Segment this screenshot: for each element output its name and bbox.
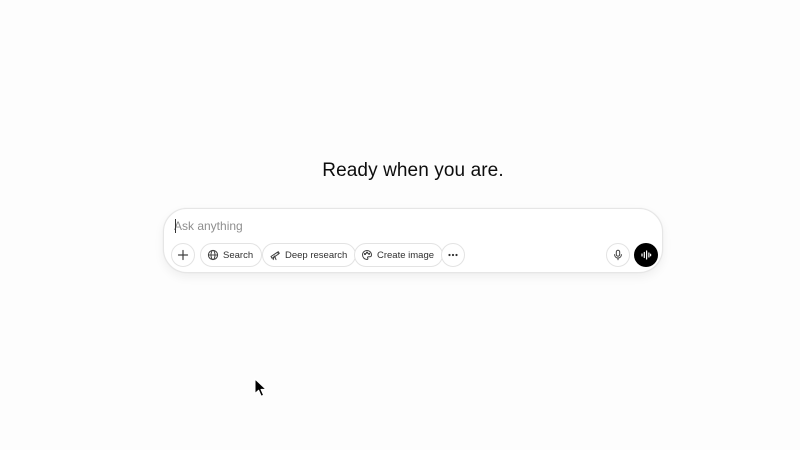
telescope-icon: [269, 249, 281, 261]
dictate-button[interactable]: [606, 243, 630, 267]
composer-toolbar: Search Deep research Create image: [171, 243, 658, 267]
plus-icon: [177, 249, 189, 261]
prompt-composer[interactable]: Search Deep research: [163, 208, 663, 273]
create-image-button[interactable]: Create image: [354, 243, 444, 267]
text-caret: [175, 219, 176, 233]
search-button-label: Search: [223, 249, 254, 261]
ellipsis-icon: [447, 249, 459, 261]
chat-home-page: Ready when you are. Search: [0, 0, 800, 450]
add-attachment-button[interactable]: [171, 243, 195, 267]
create-image-button-label: Create image: [377, 249, 435, 261]
microphone-icon: [612, 249, 624, 261]
deep-research-button-label: Deep research: [285, 249, 348, 261]
palette-icon: [361, 249, 373, 261]
more-tools-button[interactable]: [441, 243, 465, 267]
voice-waveform-icon: [640, 249, 652, 261]
globe-icon: [207, 249, 219, 261]
voice-mode-button[interactable]: [634, 243, 658, 267]
prompt-input[interactable]: [174, 217, 644, 235]
page-headline: Ready when you are.: [322, 160, 504, 181]
search-button[interactable]: Search: [200, 243, 263, 267]
deep-research-button[interactable]: Deep research: [262, 243, 357, 267]
mouse-pointer-icon: [254, 378, 268, 398]
